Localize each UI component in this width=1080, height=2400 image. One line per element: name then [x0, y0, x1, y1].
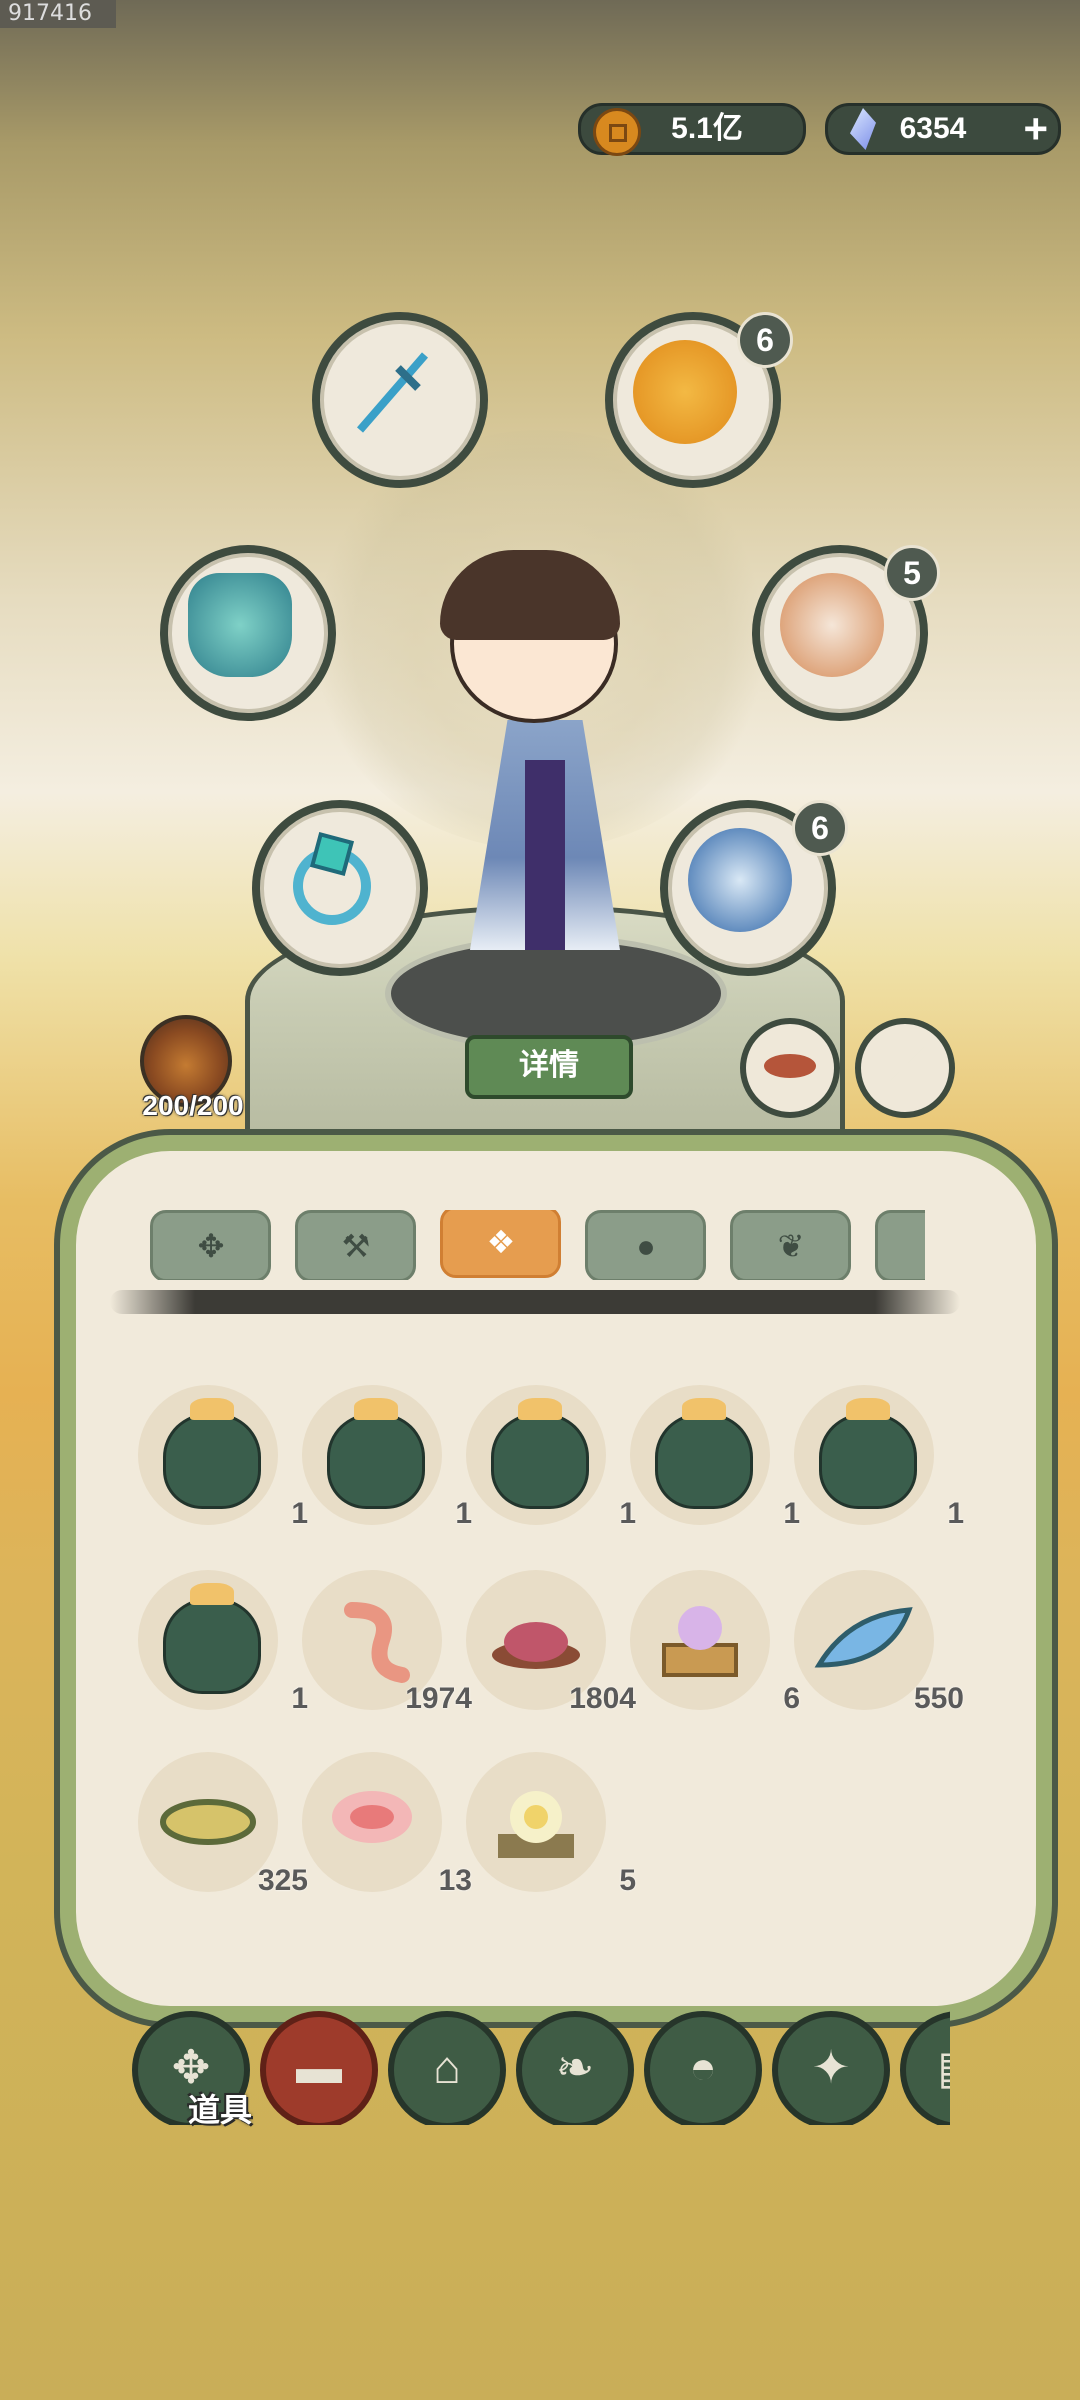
tab-materials[interactable]: ❖: [440, 1210, 561, 1278]
pouch-icon: [819, 1398, 917, 1509]
nav-herbs[interactable]: ❧: [516, 2011, 634, 2125]
tab-all[interactable]: ✥: [150, 1210, 271, 1280]
companion-slot-2[interactable]: 5: [752, 545, 940, 721]
inventory-item[interactable]: 13: [302, 1752, 472, 1897]
companion-slot-3[interactable]: 6: [660, 800, 848, 976]
companion-portrait-icon: [780, 573, 884, 677]
item-count: 1: [291, 1497, 308, 1530]
pouch-icon: [655, 1398, 753, 1509]
nav-cooking[interactable]: ◓: [644, 2011, 762, 2125]
add-gems-button[interactable]: +: [1023, 106, 1048, 152]
item-count: 5: [619, 1864, 636, 1897]
tab-seeds[interactable]: ●: [585, 1210, 706, 1280]
debug-id-label: 917416: [0, 0, 116, 28]
sword-icon: [340, 340, 444, 444]
more-icon: ▮: [916, 1229, 925, 1263]
bowl-icon: ◓: [689, 2041, 717, 2093]
gem-counter[interactable]: 6354 +: [825, 103, 1061, 155]
seeds-icon: ●: [636, 1228, 656, 1264]
inventory-item[interactable]: 1: [138, 1570, 308, 1715]
gem-amount: 6354: [899, 112, 967, 145]
item-count: 1: [783, 1497, 800, 1530]
ring-icon: [280, 828, 384, 932]
pouch-icon: [491, 1398, 589, 1509]
category-tabs: ✥ ⚒ ❖ ● ❦ ▮: [150, 1210, 925, 1280]
leaf-icon: [814, 1607, 913, 1668]
inventory-item[interactable]: 5: [466, 1752, 636, 1897]
armor-slot[interactable]: [160, 545, 336, 721]
house-icon: ⌂: [433, 2041, 461, 2093]
details-button[interactable]: 详情: [465, 1035, 633, 1099]
husk-icon: [160, 1799, 256, 1845]
item-count: 6: [783, 1682, 800, 1715]
item-count: 1: [291, 1682, 308, 1715]
coin-icon: [593, 108, 641, 156]
coin-counter[interactable]: 5.1亿: [578, 103, 806, 156]
item-count: 1: [619, 1497, 636, 1530]
hammer-icon: ⚒: [341, 1228, 371, 1264]
ore-icon: ❖: [486, 1224, 516, 1260]
lotus-icon: [498, 1791, 574, 1858]
inventory-item[interactable]: 1974: [302, 1570, 472, 1715]
tab-more[interactable]: ▮: [875, 1210, 925, 1280]
divider-brushstroke: [110, 1290, 960, 1314]
item-count: 13: [438, 1864, 472, 1897]
herb-icon: ❧: [555, 2041, 595, 2093]
food-slot[interactable]: [740, 1018, 840, 1118]
fan-icon: [883, 1044, 927, 1088]
map-icon: ✦: [811, 2041, 851, 2093]
inventory-item[interactable]: 325: [138, 1752, 308, 1897]
weapon-slot[interactable]: [312, 312, 488, 488]
inventory-item[interactable]: 1: [138, 1385, 308, 1530]
armor-icon: [188, 573, 292, 677]
item-count: 1: [455, 1497, 472, 1530]
companion-level-badge: 6: [737, 312, 793, 368]
pouch-icon: [163, 1583, 261, 1694]
inventory-item[interactable]: 1804: [466, 1570, 636, 1715]
tab-plants[interactable]: ❦: [730, 1210, 851, 1280]
companion-portrait-icon: [633, 340, 737, 444]
nav-items-label: 道具: [187, 2092, 252, 2128]
character-sash: [525, 760, 565, 950]
grid-icon: ✥: [197, 1228, 225, 1264]
powder-icon: [492, 1622, 580, 1669]
inventory-item[interactable]: 6: [630, 1570, 800, 1715]
pouch-icon: [163, 1398, 261, 1509]
scroll-icon: ▤: [937, 2041, 950, 2093]
item-count: 550: [913, 1682, 964, 1715]
coin-amount: 5.1亿: [671, 112, 743, 145]
tab-tools[interactable]: ⚒: [295, 1210, 416, 1280]
petal-icon: [332, 1791, 412, 1843]
companion-level-badge: 6: [792, 800, 848, 856]
inventory-item[interactable]: 1: [630, 1385, 800, 1530]
log-icon: ▬: [296, 2041, 342, 2093]
inventory-item[interactable]: 550: [794, 1570, 964, 1715]
inventory-item[interactable]: 1: [466, 1385, 636, 1530]
companion-slot-1[interactable]: 6: [605, 312, 793, 488]
snake-box-icon: [662, 1606, 738, 1677]
gem-icon: [850, 108, 876, 150]
item-count: 1974: [405, 1682, 472, 1715]
sprout-icon: ❦: [777, 1228, 805, 1264]
pouch-icon: [327, 1398, 425, 1509]
nav-scroll[interactable]: ▤: [900, 2011, 950, 2125]
nav-map[interactable]: ✦: [772, 2011, 890, 2125]
item-count: 1804: [569, 1682, 636, 1715]
item-count: 325: [257, 1864, 308, 1897]
item-count: 1: [947, 1497, 964, 1530]
companion-portrait-icon: [688, 828, 792, 932]
worm-icon: [344, 1602, 410, 1683]
ring-slot[interactable]: [252, 800, 428, 976]
companion-level-badge: 5: [884, 545, 940, 601]
stamina-counter: 200/200: [142, 1090, 244, 1121]
inventory-item[interactable]: 1: [302, 1385, 472, 1530]
inventory-item[interactable]: 1: [794, 1385, 964, 1530]
fan-slot[interactable]: [855, 1018, 955, 1118]
nav-buildings[interactable]: ⌂: [388, 2011, 506, 2125]
dish-icon: [764, 1054, 816, 1078]
